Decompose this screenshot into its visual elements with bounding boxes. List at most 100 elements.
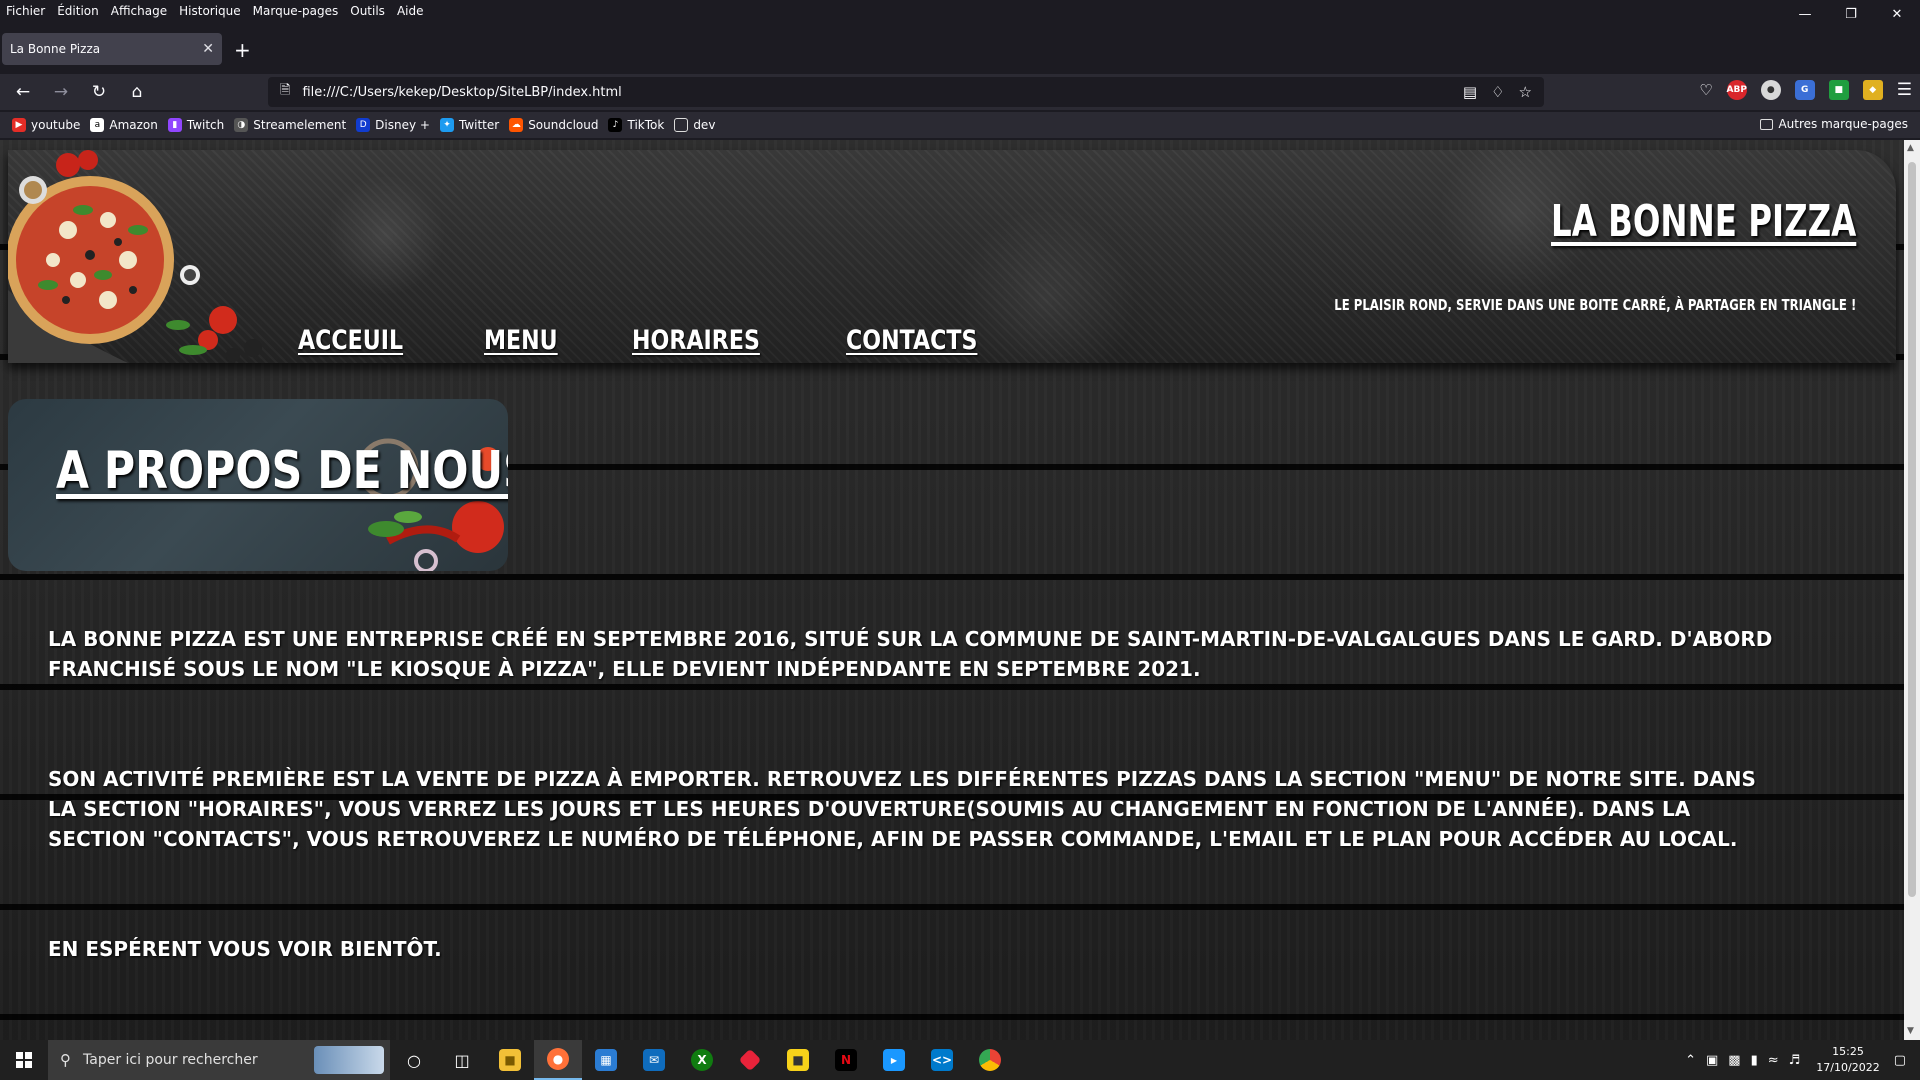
close-window-icon[interactable]: ✕	[1874, 0, 1920, 28]
home-icon[interactable]: ⌂	[120, 77, 154, 107]
bookmark-streamelement[interactable]: ◑ Streamelement	[234, 118, 346, 132]
forward-icon[interactable]: →	[44, 77, 78, 107]
file-explorer-icon[interactable]: ■	[486, 1040, 534, 1080]
page-scrollbar[interactable]: ▲ ▼	[1904, 140, 1920, 1040]
menu-fichier[interactable]: Fichier	[0, 4, 51, 18]
clock-time: 15:25	[1832, 1045, 1864, 1058]
start-button[interactable]	[0, 1040, 48, 1080]
about-paragraph-3: EN ESPÉRENT VOUS VOIR BIENTÔT.	[48, 937, 442, 961]
other-bookmarks-folder-icon	[1760, 118, 1774, 130]
back-icon[interactable]: ←	[6, 77, 40, 107]
nav-link-horaires[interactable]: HORAIRES	[632, 325, 760, 356]
bookmark-tiktok[interactable]: ♪ TikTok	[608, 118, 664, 132]
system-tray: ⌃ ▣ ▩ ▮ ≈ ♬ 15:25 17/10/2022 ▢	[1685, 1040, 1920, 1080]
yellow-extension-icon[interactable]: ◆	[1862, 80, 1883, 100]
store-icon[interactable]: ▦	[582, 1040, 630, 1080]
reload-icon[interactable]: ↻	[82, 77, 116, 107]
menu-bar: Fichier Édition Affichage Historique Mar…	[0, 0, 1920, 22]
site-navigation: ACCEUIL MENU HORAIRES CONTACTS	[298, 325, 1064, 356]
bookmark-twitch[interactable]: ▮ Twitch	[167, 118, 224, 132]
mail-icon[interactable]: ✉	[630, 1040, 678, 1080]
streamelement-icon: ◑	[234, 118, 249, 132]
folder-icon	[674, 118, 689, 132]
volume-icon[interactable]: ♬	[1789, 1053, 1801, 1068]
site-title: LA BONNE PIZZA	[1550, 196, 1856, 247]
youtube-icon: ▶	[12, 118, 26, 132]
url-bar[interactable]: 🗎 file:///C:/Users/kekep/Desktop/SiteLBP…	[268, 77, 1544, 107]
amazon-icon: a	[90, 118, 105, 132]
menu-outils[interactable]: Outils	[344, 4, 391, 18]
taskbar-search[interactable]: ⚲ Taper ici pour rechercher	[48, 1040, 390, 1080]
other-bookmarks[interactable]: Autres marque-pages	[1760, 117, 1908, 131]
cortana-icon[interactable]: ○	[390, 1040, 438, 1080]
wifi-icon[interactable]: ≈	[1768, 1053, 1779, 1068]
search-icon: ⚲	[60, 1051, 71, 1069]
bookmark-soundcloud[interactable]: ☁ Soundcloud	[509, 118, 598, 132]
bookmark-disney[interactable]: D Disney +	[356, 118, 430, 132]
task-view-icon[interactable]: ◫	[438, 1040, 486, 1080]
tiktok-icon: ♪	[608, 118, 623, 132]
xbox-icon[interactable]: X	[678, 1040, 726, 1080]
tray-meet-icon[interactable]: ▣	[1706, 1053, 1718, 1068]
site-header: LA BONNE PIZZA LE PLAISIR ROND, SERVIE D…	[8, 150, 1896, 363]
disney-icon: D	[356, 118, 371, 132]
twitter-icon: ✦	[439, 118, 454, 132]
tab-title: La Bonne Pizza	[10, 42, 101, 56]
tab-la-bonne-pizza[interactable]: La Bonne Pizza ✕	[2, 33, 222, 65]
vscode-icon[interactable]: <>	[918, 1040, 966, 1080]
bookmark-youtube[interactable]: ▶ youtube	[12, 118, 80, 132]
nav-link-contacts[interactable]: CONTACTS	[846, 325, 977, 356]
tab-close-icon[interactable]: ✕	[202, 41, 214, 57]
menu-marque-pages[interactable]: Marque-pages	[247, 4, 345, 18]
prime-video-icon[interactable]: ▶	[870, 1040, 918, 1080]
chrome-icon[interactable]	[966, 1040, 1014, 1080]
nav-link-acceuil[interactable]: ACCEUIL	[298, 325, 403, 356]
app-red-diamond-icon[interactable]	[726, 1040, 774, 1080]
notifications-icon[interactable]: ▢	[1894, 1053, 1906, 1068]
bookmark-twitter[interactable]: ✦ Twitter	[439, 118, 499, 132]
search-placeholder: Taper ici pour rechercher	[83, 1052, 258, 1068]
adblock-icon[interactable]: ABP	[1727, 80, 1747, 100]
site-slogan: LE PLAISIR ROND, SERVIE DANS UNE BOITE C…	[1333, 296, 1856, 314]
menu-edition[interactable]: Édition	[51, 4, 105, 18]
web-page: LA BONNE PIZZA LE PLAISIR ROND, SERVIE D…	[0, 140, 1904, 1040]
tray-chevron-icon[interactable]: ⌃	[1685, 1053, 1696, 1068]
scroll-down-icon[interactable]: ▼	[1907, 1026, 1914, 1036]
translate-extension-icon[interactable]: G	[1794, 80, 1815, 100]
about-paragraph-1: LA BONNE PIZZA EST UNE ENTREPRISE CRÉÉ E…	[48, 627, 1773, 681]
window-controls: — ❐ ✕	[1782, 0, 1920, 28]
bookmarks-bar: ▶ youtube a Amazon ▮ Twitch ◑ Streamelement …	[0, 112, 1920, 138]
menu-historique[interactable]: Historique	[173, 4, 247, 18]
clock[interactable]: 15:25 17/10/2022	[1816, 1044, 1879, 1076]
battery-icon[interactable]: ▮	[1751, 1053, 1758, 1068]
netflix-icon[interactable]: N	[822, 1040, 870, 1080]
url-text[interactable]: file:///C:/Users/kekep/Desktop/SiteLBP/i…	[302, 85, 1462, 100]
minimize-icon[interactable]: —	[1782, 0, 1828, 28]
bookmark-amazon[interactable]: a Amazon	[90, 118, 158, 132]
firefox-icon[interactable]: ●	[534, 1040, 582, 1080]
hamburger-menu-icon[interactable]: ☰	[1897, 80, 1912, 100]
pocket-icon[interactable]: ♡	[1699, 81, 1712, 99]
bookmark-folder-dev[interactable]: dev	[674, 118, 715, 132]
search-highlight-image	[314, 1046, 384, 1074]
extension-circle-icon[interactable]: ●	[1760, 80, 1781, 100]
extensions-area: ♡ ABP ● G ■ ◆ ☰	[1699, 80, 1912, 100]
clock-date: 17/10/2022	[1816, 1061, 1880, 1074]
translate-icon[interactable]: ♢	[1491, 83, 1504, 101]
windows-logo-icon	[16, 1052, 32, 1068]
menu-aide[interactable]: Aide	[391, 4, 430, 18]
bookmark-star-icon[interactable]: ☆	[1519, 83, 1532, 101]
scrollbar-thumb[interactable]	[1908, 162, 1916, 897]
sticky-notes-icon[interactable]: ■	[774, 1040, 822, 1080]
page-icon: 🗎	[280, 83, 291, 98]
tray-display-icon[interactable]: ▩	[1728, 1053, 1740, 1068]
about-paragraph-2: SON ACTIVITÉ PREMIÈRE EST LA VENTE DE PI…	[48, 767, 1756, 851]
tab-strip: La Bonne Pizza ✕ +	[0, 30, 1920, 70]
green-extension-icon[interactable]: ■	[1828, 80, 1849, 100]
new-tab-icon[interactable]: +	[234, 38, 251, 62]
menu-affichage[interactable]: Affichage	[105, 4, 173, 18]
scroll-up-icon[interactable]: ▲	[1907, 143, 1914, 153]
nav-link-menu[interactable]: MENU	[484, 325, 558, 356]
reader-view-icon[interactable]: ▤	[1463, 83, 1477, 101]
restore-icon[interactable]: ❐	[1828, 0, 1874, 28]
